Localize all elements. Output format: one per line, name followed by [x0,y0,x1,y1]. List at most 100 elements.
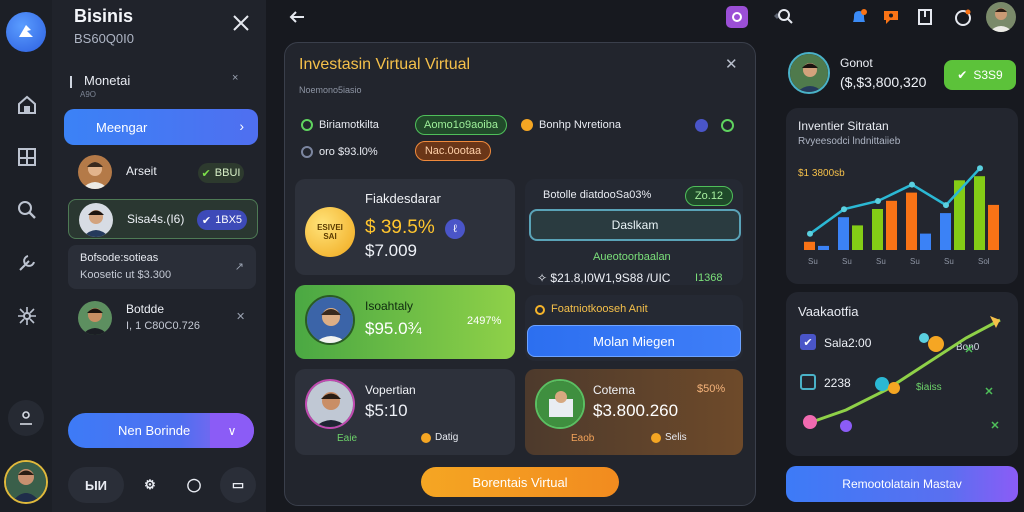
gear-icon [803,415,817,429]
note-amount: Koosetic ut $3.300 [80,269,172,281]
card-label: Aueotoorbaalan [593,251,671,263]
brand-subtitle: BS60Q0I0 [74,31,134,46]
chart-point [875,198,881,204]
status-badge[interactable]: ✔ S3S9 [944,60,1016,90]
apps-icon[interactable] [726,6,748,28]
contact-item[interactable]: Arseit ✔ BBUI [68,152,258,192]
card-title: Botolle diatdooSa03% [543,189,652,201]
avatar [78,155,112,189]
contact-item[interactable]: Botdde I, 1 C80C0.726 ✕ [68,298,258,338]
manager-button[interactable]: Meengar › [64,109,258,145]
chat-icon[interactable] [880,6,902,28]
info-icon[interactable]: ℓ [445,219,465,239]
chart-bar [818,245,829,250]
chart-point [841,206,847,213]
note-card[interactable]: Bofsode:sotieas Koosetic ut $3.300 ↗ [68,245,256,289]
grid-button[interactable]: ЫИ [68,467,124,503]
investment-card[interactable]: Fiakdesdarar ESIVEI SAI $ 39.5% ℓ $7.009 [295,179,515,275]
trend-line-chart [803,316,1001,432]
tools-icon[interactable] [14,250,40,276]
bar-chart: Su Su Su Su Su Sol [804,165,999,266]
chart-tick-label: Sol [978,257,990,266]
chart-point [977,165,983,172]
chevron-right-icon: › [239,118,244,134]
invest-button[interactable]: Borentais Virtual [421,467,619,497]
status-badge: ✔ BBUI [198,163,244,183]
chart-tick-label: Su [876,257,886,266]
stat-label: Eaie [337,433,358,444]
chart-bar [940,213,951,250]
settings-icon[interactable]: ⚙ [132,467,168,503]
search-icon[interactable] [772,6,794,28]
tag-pill[interactable]: Aomo1o9aoiba [415,115,507,135]
profile-card[interactable]: Isoahtaly $95.0¾ 2497% [295,285,515,359]
trend-card: Vaakaotfia ✔ Sala2:00 2238 Bon0 $iaiss [786,292,1018,456]
document-icon[interactable] [914,6,936,28]
app-logo-icon[interactable] [6,12,46,52]
chart-point [909,181,915,188]
chart-tick-label: Su [808,257,818,266]
close-icon[interactable]: ✕ [725,55,738,73]
profile-percent: 2497% [467,315,502,327]
link-icon[interactable] [695,119,708,132]
profile-name: Vopertian [365,383,416,397]
timer-icon[interactable] [952,6,974,28]
layout-icon[interactable] [14,144,40,170]
status-pill[interactable]: Zo.12 [685,186,733,206]
primary-cta-button[interactable]: Nen Borinde ∨ [68,413,254,448]
card-amount: $7.009 [365,241,417,260]
user-avatar[interactable] [986,2,1016,32]
home-icon[interactable] [14,92,40,118]
search-icon[interactable] [14,197,40,223]
contact-name: Arseit [126,164,157,178]
profile-amount: $5:10 [365,401,408,420]
chart-tick-label: Su [944,257,954,266]
back-arrow-icon[interactable] [286,6,308,28]
card-value: I1368 [695,272,723,284]
tag-pill[interactable]: Nac.0ootaa [415,141,491,161]
gear-icon [919,333,929,343]
contact-name: Botdde [126,302,165,316]
profile-name: Isoahtaly [365,299,414,313]
chart-bar [852,225,863,250]
shape-icon[interactable]: ◯ [176,467,212,503]
action-button[interactable]: Molan Miegen [527,325,741,357]
tag-label: Bonhp Nvretiona [539,119,621,131]
account-summary: Gonot ($,$3,800,320 ✔ S3S9 [784,44,1020,100]
section-dismiss-icon[interactable]: × [232,72,238,84]
chart-bar [988,204,999,250]
card-title: Fiakdesdarar [365,191,441,206]
profile-icon[interactable] [8,400,44,436]
section-marker [70,76,72,88]
chevron-down-icon[interactable]: ∨ [210,413,254,448]
data-button[interactable]: Daslkam [529,209,741,241]
current-user-avatar[interactable] [4,460,48,504]
card-amount: ✧ $21.8,I0W1,9S88 /UIC [537,271,671,285]
modal-title: Investasin Virtual Virtual [299,56,471,73]
gear-icon [875,377,889,391]
account-balance: ($,$3,800,320 [840,74,927,90]
coin-icon [651,433,661,443]
refresh-icon[interactable] [721,119,734,132]
profile-card[interactable]: Vopertian $5:10 Eaie Datig [295,369,515,455]
tag-label: oro $93.l0% [319,146,378,158]
contact-item-selected[interactable]: Sisa4s.(I6) ✔ 1BX5 [68,199,258,239]
coin-icon: ESIVEI SAI [305,207,355,257]
profile-amount: $95.0¾ [365,319,422,338]
close-icon[interactable] [230,12,254,36]
avatar[interactable] [788,52,830,94]
window-icon[interactable]: ▭ [220,467,256,503]
gear-icon [888,382,900,394]
recommendation-button[interactable]: Remootolatain Mastav [786,466,1018,502]
sidebar-panel: Bisinis BS60Q0I0 Monetai A9O × Meengar ›… [52,0,266,512]
dismiss-icon[interactable]: ✕ [236,310,245,323]
gear-icon [840,420,852,432]
profile-amount: $3.800.260 [593,401,679,420]
profile-card[interactable]: Cotema $50% $3.800.260 Eaob Selis [525,369,743,455]
chart-bar [872,209,883,250]
chart-point [807,230,813,237]
notification-bell-icon[interactable] [848,6,870,28]
trend-line [805,318,1001,426]
contact-name: Sisa4s.(I6) [127,212,185,226]
network-icon[interactable] [14,303,40,329]
